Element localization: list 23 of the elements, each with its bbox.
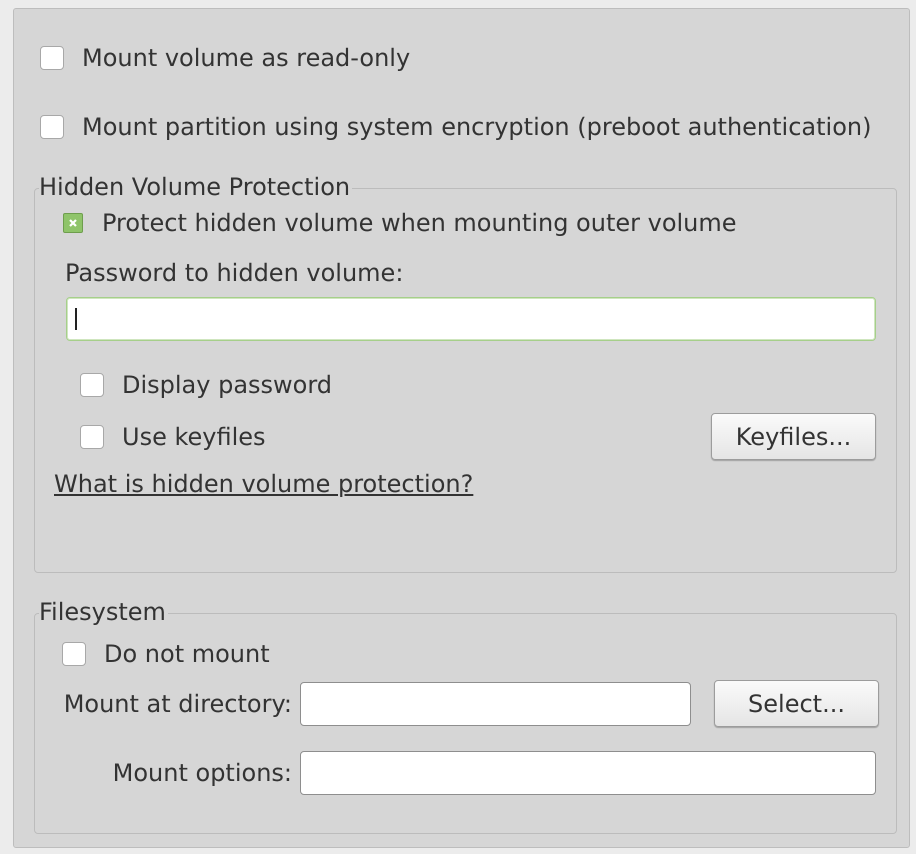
- checkbox-label[interactable]: Mount volume as read-only: [82, 44, 410, 72]
- checkbox-label[interactable]: Protect hidden volume when mounting outer volume: [102, 209, 737, 237]
- field-label: Mount at directory:: [62, 690, 293, 718]
- field-label: Mount options:: [112, 759, 293, 787]
- checkbox[interactable]: [63, 213, 83, 233]
- checkbox[interactable]: [62, 642, 86, 666]
- password-field[interactable]: [66, 297, 876, 341]
- checkbox-label[interactable]: Use keyfiles: [122, 422, 266, 450]
- directory-field[interactable]: [300, 682, 691, 726]
- cross-icon: [68, 218, 78, 228]
- select-button[interactable]: Select...: [714, 680, 879, 727]
- mount-options-field[interactable]: [300, 751, 876, 795]
- keyfiles-button[interactable]: Keyfiles...: [711, 413, 876, 460]
- field-label: Password to hidden volume:: [65, 259, 404, 287]
- checkbox[interactable]: [80, 373, 104, 397]
- checkbox-label[interactable]: Display password: [122, 371, 332, 399]
- checkbox[interactable]: [80, 424, 104, 448]
- text-cursor: [75, 308, 77, 330]
- checkbox[interactable]: [40, 115, 64, 139]
- help-link[interactable]: What is hidden volume protection?: [54, 470, 474, 498]
- checkbox-label[interactable]: Do not mount: [104, 640, 270, 668]
- checkbox-label[interactable]: Mount partition using system encryption (preboot authentication): [82, 113, 872, 141]
- checkbox[interactable]: [40, 46, 64, 70]
